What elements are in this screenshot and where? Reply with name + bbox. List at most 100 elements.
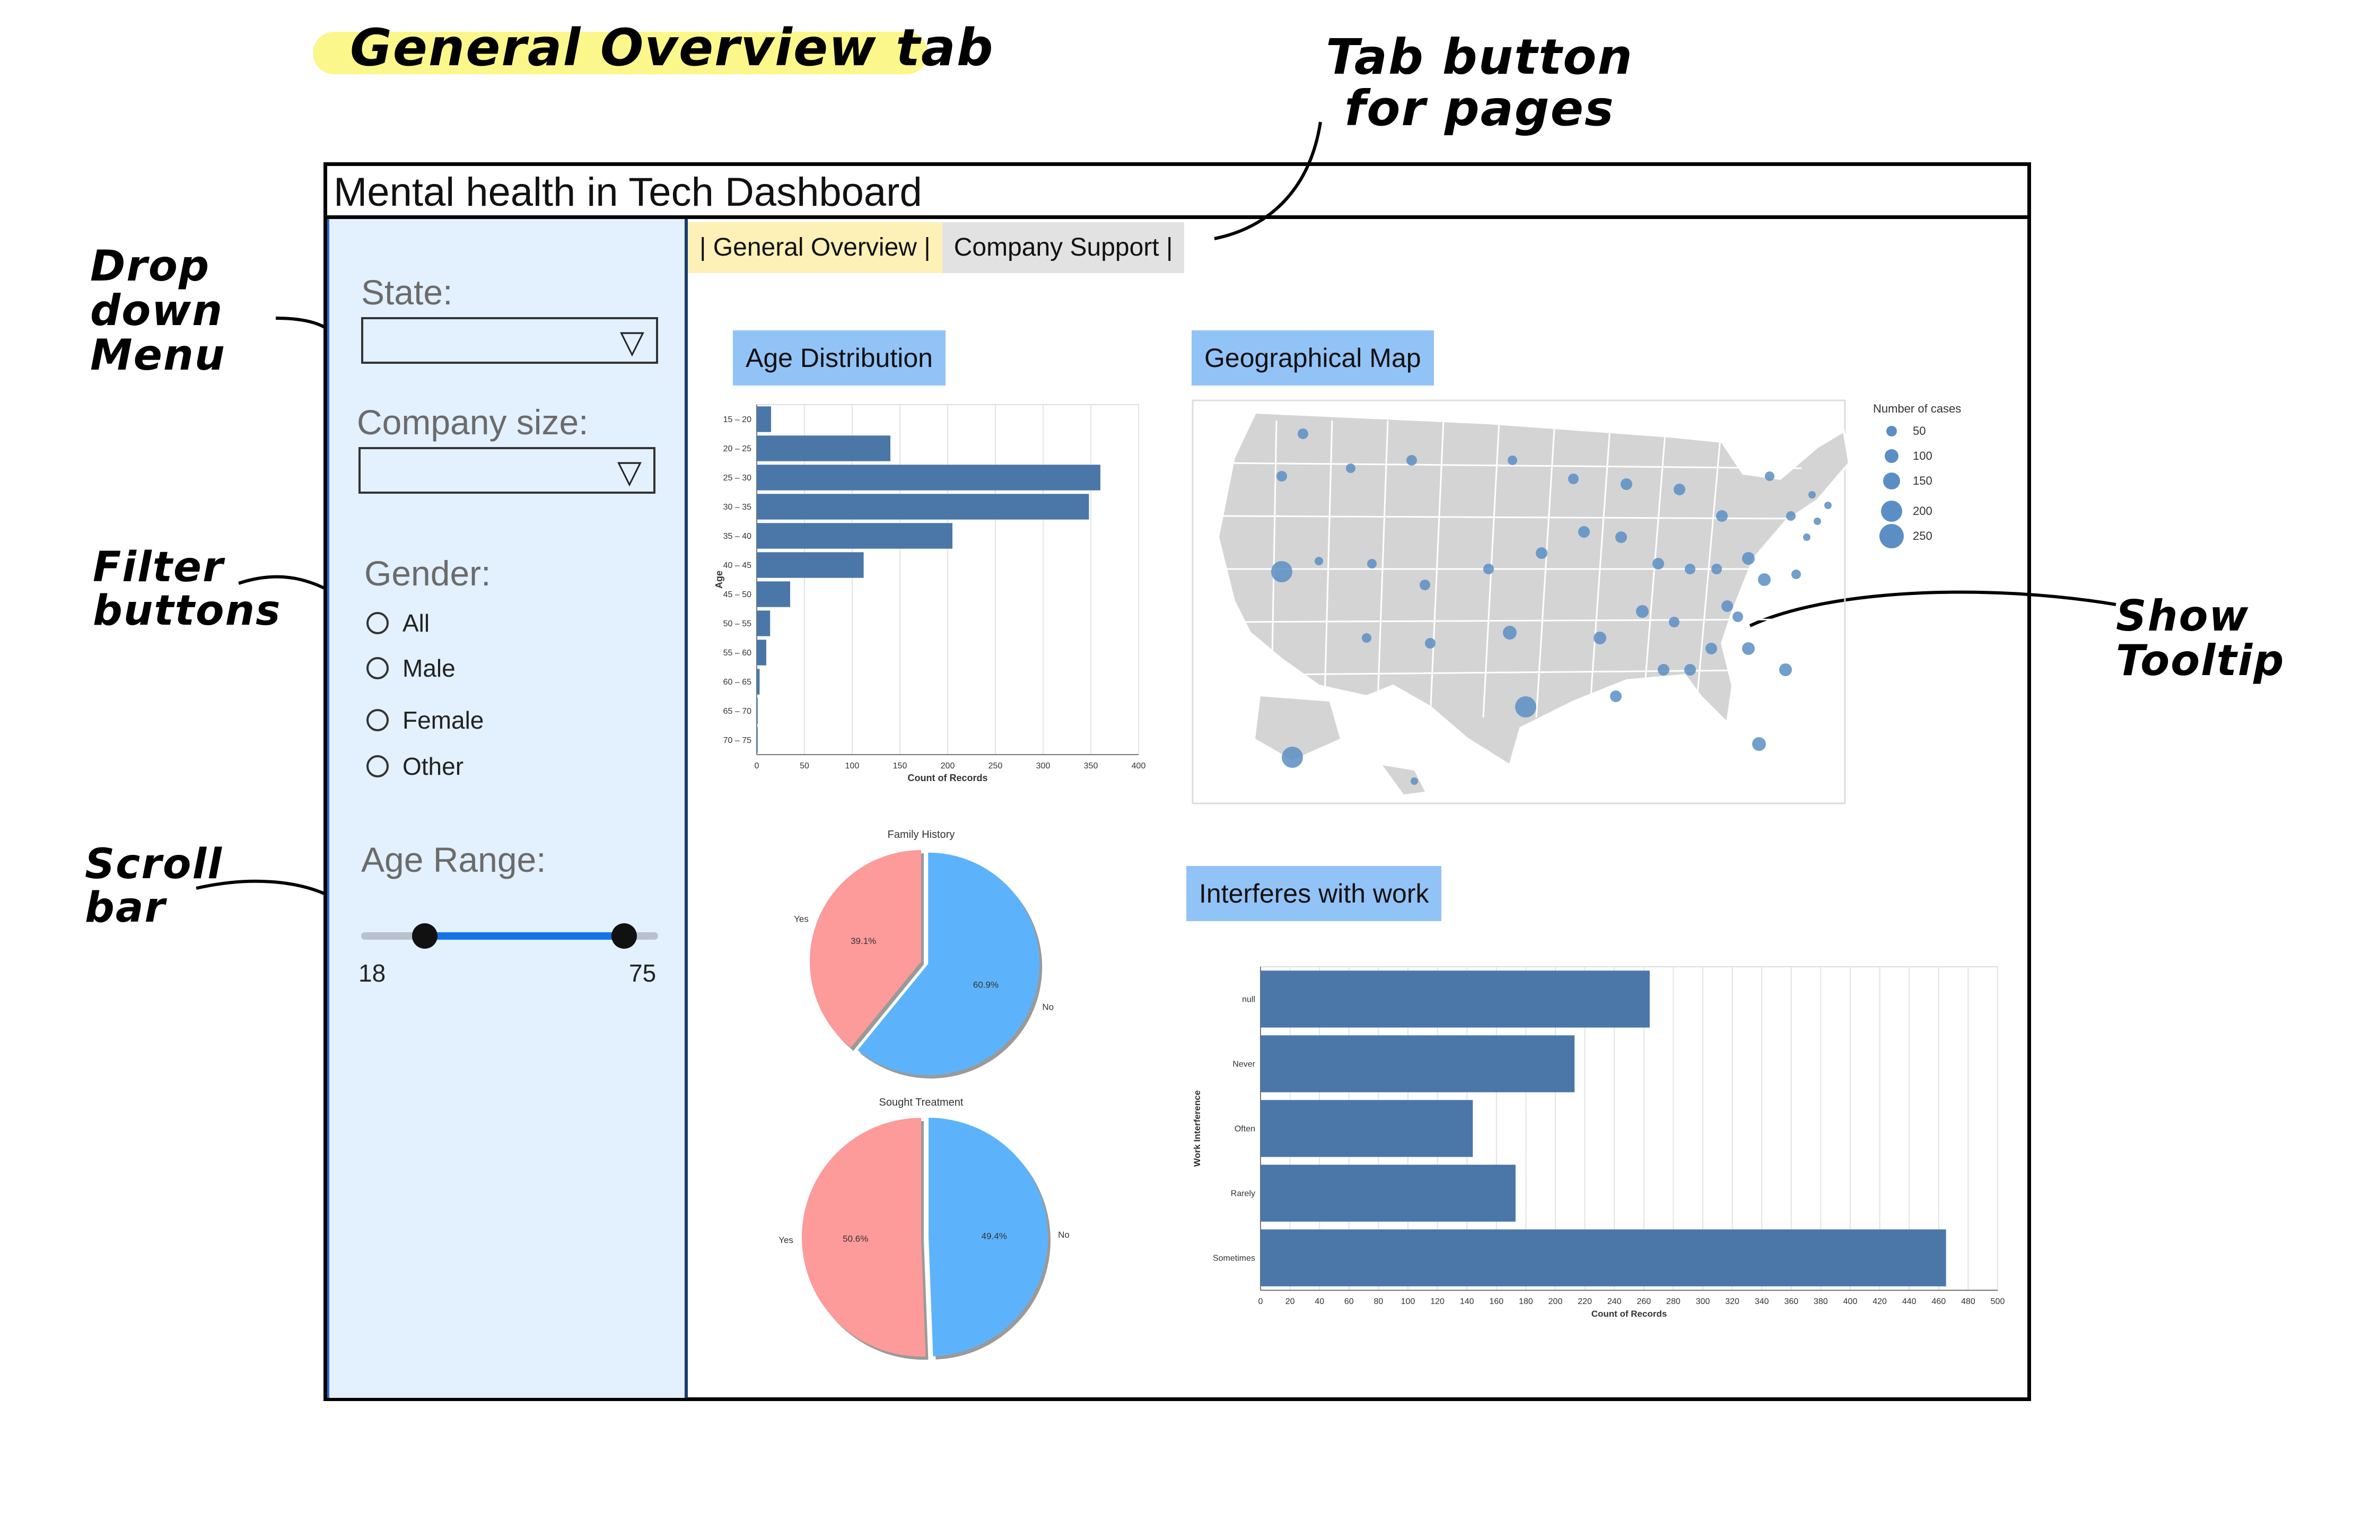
- y-tick-label: 70 – 75: [723, 736, 751, 745]
- case-bubble: [1282, 747, 1303, 768]
- x-tick-label: 280: [1666, 1297, 1681, 1306]
- case-bubble: [1276, 471, 1287, 482]
- x-tick-label: 200: [941, 762, 955, 771]
- slider-max-handle[interactable]: [611, 923, 637, 949]
- dropdown-arrow-icon: ▽: [619, 324, 644, 360]
- y-tick-label: 40 – 45: [723, 561, 751, 570]
- x-tick-label: 460: [1931, 1297, 1946, 1306]
- case-bubble: [1298, 428, 1308, 439]
- y-tick-label: Sometimes: [1213, 1254, 1255, 1263]
- legend-bubble: [1886, 426, 1897, 436]
- case-bubble: [1711, 564, 1722, 574]
- case-bubble: [1791, 570, 1801, 579]
- x-tick-label: 100: [845, 762, 860, 771]
- case-bubble: [1515, 696, 1536, 718]
- sketch-page-title: General Overview tab: [350, 18, 994, 77]
- case-bubble: [1705, 643, 1717, 654]
- case-bubble: [1732, 611, 1743, 622]
- bar: [757, 465, 1100, 491]
- y-tick-label: 45 – 50: [723, 590, 751, 599]
- bar: [757, 640, 766, 666]
- case-bubble: [1568, 474, 1579, 484]
- x-tick-label: 120: [1430, 1297, 1445, 1306]
- x-tick-label: 300: [1696, 1297, 1710, 1306]
- case-bubble: [1425, 638, 1436, 649]
- x-tick-label: 220: [1578, 1297, 1592, 1306]
- bar: [1261, 1165, 1516, 1222]
- radio-label: Male: [402, 654, 456, 682]
- case-bubble: [1721, 600, 1733, 612]
- annotation-tab-button: Tab button for pages: [1326, 29, 1633, 137]
- bar: [1261, 1229, 1946, 1287]
- annotation-tooltip: Show Tooltip: [2116, 591, 2285, 685]
- case-bubble: [1652, 558, 1664, 570]
- case-bubble: [1508, 456, 1517, 465]
- case-bubble: [1362, 633, 1371, 643]
- state-dropdown[interactable]: ▽: [361, 317, 658, 364]
- case-bubble: [1536, 547, 1547, 559]
- slider-min-handle[interactable]: [412, 923, 438, 949]
- case-bubble: [1765, 471, 1774, 481]
- bar: [1261, 1100, 1473, 1157]
- x-axis-label: Count of Records: [1591, 1309, 1667, 1319]
- bar: [757, 581, 790, 607]
- case-bubble: [1684, 664, 1696, 676]
- y-tick-label: Often: [1235, 1124, 1255, 1133]
- case-bubble: [1346, 463, 1355, 473]
- dropdown-arrow-icon: ▽: [617, 454, 642, 489]
- x-tick-label: 50: [800, 762, 809, 771]
- case-bubble: [1578, 526, 1590, 538]
- x-tick-label: 440: [1902, 1297, 1917, 1306]
- pie-category-label: Yes: [794, 914, 809, 924]
- case-bubble: [1674, 484, 1685, 495]
- annotation-dropdown: Drop down Menu: [90, 241, 226, 380]
- slider-fill: [425, 932, 624, 940]
- sought-treatment-pie: Sought Treatment 50.6% Yes 49.4% No: [778, 1097, 1070, 1360]
- company-size-label: Company size:: [357, 402, 589, 442]
- filter-sidebar: State: ▽ Company size: ▽ Gender: All Mal…: [327, 219, 688, 1398]
- case-bubble: [1658, 664, 1669, 676]
- gender-radio-all[interactable]: All: [366, 609, 430, 637]
- x-tick-label: 320: [1725, 1297, 1739, 1306]
- case-bubble: [1621, 478, 1632, 490]
- case-bubble: [1716, 510, 1728, 522]
- legend-label: 50: [1913, 424, 1926, 438]
- radio-label: All: [402, 609, 430, 637]
- age-range-slider[interactable]: [361, 923, 658, 949]
- pie-category-label: No: [1058, 1230, 1070, 1240]
- age-min-value: 18: [358, 959, 386, 987]
- pie-pct-label: 50.6%: [843, 1233, 868, 1244]
- bar: [757, 552, 864, 578]
- x-tick-label: 180: [1519, 1297, 1533, 1306]
- bar: [757, 406, 771, 432]
- radio-circle-icon: [366, 709, 389, 731]
- legend-bubble: [1885, 449, 1898, 463]
- annotation-scrollbar: Scroll bar: [85, 841, 223, 932]
- case-bubble: [1367, 559, 1377, 568]
- gender-radio-female[interactable]: Female: [366, 706, 484, 734]
- y-tick-label: Never: [1232, 1060, 1255, 1069]
- dashboard-title: Mental health in Tech Dashboard: [327, 166, 2027, 219]
- y-tick-label: 15 – 20: [723, 415, 751, 424]
- pie-category-label: Yes: [778, 1235, 793, 1245]
- age-distribution-chart: 0 50 100 150 200 250 300 350 400 15 – 20 20 – 25 25…: [714, 404, 1145, 783]
- gender-radio-male[interactable]: Male: [366, 654, 456, 682]
- x-tick-label: 360: [1784, 1297, 1798, 1306]
- gender-radio-other[interactable]: Other: [366, 752, 463, 781]
- y-tick-label: 50 – 55: [723, 619, 751, 628]
- pie-category-label: No: [1042, 1002, 1054, 1012]
- main-content: | General Overview | Company Support | A…: [688, 219, 2027, 1398]
- legend-bubble: [1883, 472, 1900, 489]
- x-tick-label: 20: [1285, 1297, 1295, 1306]
- tab-company-support[interactable]: Company Support |: [942, 222, 1185, 273]
- y-tick-label: 60 – 65: [723, 678, 751, 687]
- legend-label: 200: [1913, 504, 1932, 518]
- tab-general-overview[interactable]: | General Overview |: [688, 222, 942, 273]
- geographical-map[interactable]: Number of cases 50 100 150 200 250: [1192, 399, 2051, 808]
- panel-title-age-distribution: Age Distribution: [733, 330, 946, 386]
- x-tick-label: 150: [893, 762, 907, 771]
- company-size-dropdown[interactable]: ▽: [358, 447, 655, 494]
- x-tick-label: 0: [1258, 1297, 1263, 1306]
- case-bubble: [1411, 777, 1418, 785]
- tab-bar: | General Overview | Company Support |: [688, 222, 1185, 273]
